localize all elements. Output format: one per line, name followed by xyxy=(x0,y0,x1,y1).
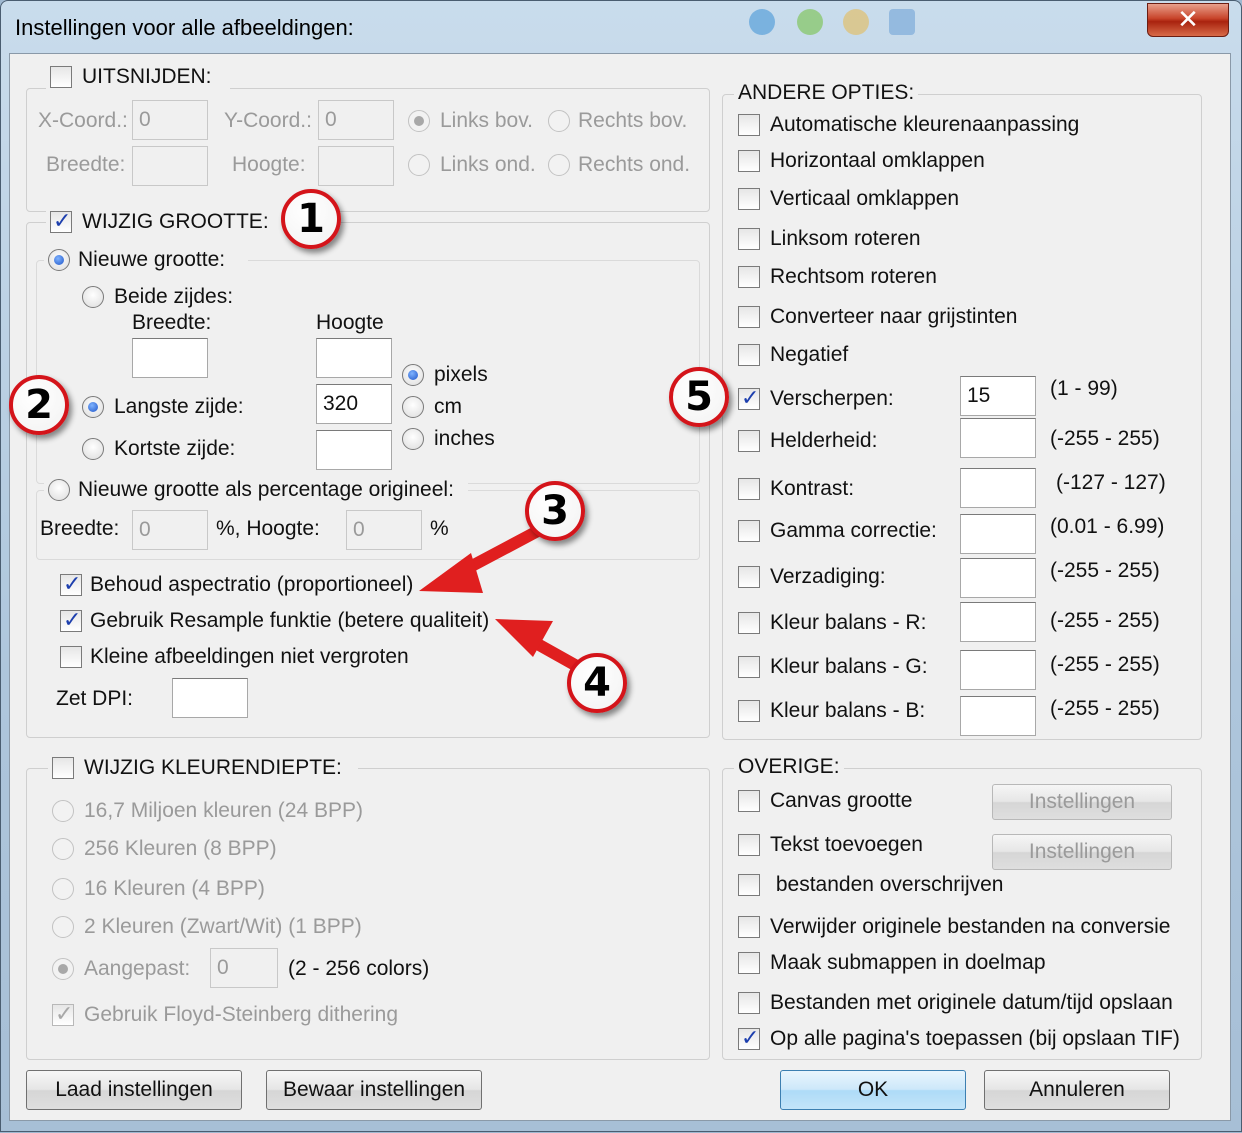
annotation-badge-4: 4 xyxy=(567,653,627,713)
arrow-3 xyxy=(419,519,555,593)
annotation-badge-1: 1 xyxy=(281,189,341,249)
annotation-arrows xyxy=(419,519,581,671)
annotation-badge-5: 5 xyxy=(669,367,729,427)
dialog-window: Instellingen voor alle afbeeldingen: ✕ U… xyxy=(0,0,1242,1132)
arrow-4 xyxy=(495,619,581,671)
annotation-badge-2: 2 xyxy=(9,375,69,435)
annotation-badge-3: 3 xyxy=(525,481,585,541)
